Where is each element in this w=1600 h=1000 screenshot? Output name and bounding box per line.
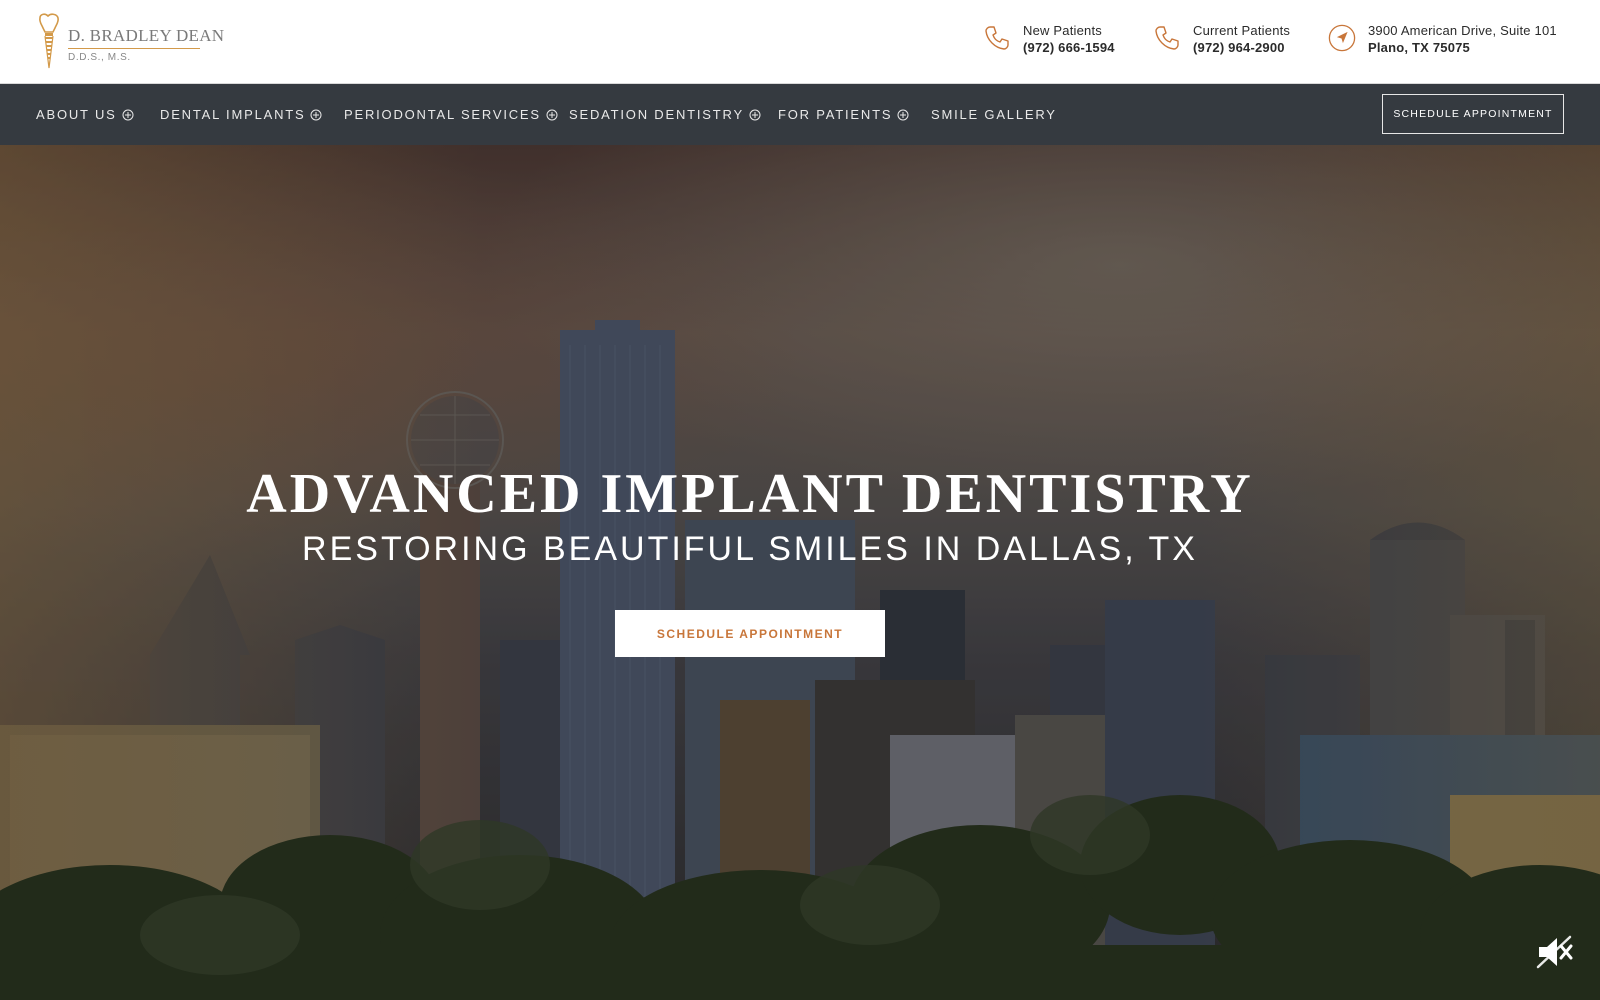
- nav-label: SEDATION DENTISTRY: [569, 107, 744, 122]
- schedule-appointment-hero-button[interactable]: SCHEDULE APPOINTMENT: [615, 610, 885, 657]
- plus-circle-icon: [310, 109, 322, 120]
- plus-circle-icon: [122, 109, 134, 120]
- phone-icon: [985, 26, 1009, 50]
- main-nav: ABOUT US DENTAL IMPLANTS PERIODONTAL SER…: [0, 84, 1600, 145]
- nav-item-dental-implants[interactable]: DENTAL IMPLANTS: [160, 84, 322, 145]
- nav-label: FOR PATIENTS: [778, 107, 893, 122]
- plus-circle-icon: [897, 109, 909, 120]
- hero-section: ADVANCED IMPLANT DENTISTRY RESTORING BEA…: [0, 145, 1600, 1000]
- mute-video-button[interactable]: [1536, 933, 1574, 971]
- address-line2: Plano, TX 75075: [1368, 40, 1470, 55]
- nav-item-for-patients[interactable]: FOR PATIENTS: [778, 84, 909, 145]
- hero-title: ADVANCED IMPLANT DENTISTRY: [246, 463, 1254, 525]
- nav-item-sedation-dentistry[interactable]: SEDATION DENTISTRY: [569, 84, 761, 145]
- hero-subtitle: RESTORING BEAUTIFUL SMILES IN DALLAS, TX: [302, 530, 1198, 568]
- plus-circle-icon: [749, 109, 761, 120]
- brand-name: D. BRADLEY DEAN: [68, 26, 225, 45]
- logo-divider: [68, 48, 200, 49]
- top-header: D. BRADLEY DEAN D.D.S., M.S. New Patient…: [0, 0, 1600, 84]
- nav-label: PERIODONTAL SERVICES: [344, 107, 541, 122]
- nav-label: DENTAL IMPLANTS: [160, 107, 306, 122]
- schedule-appointment-nav-button[interactable]: SCHEDULE APPOINTMENT: [1382, 94, 1564, 134]
- nav-item-about-us[interactable]: ABOUT US: [36, 84, 134, 145]
- new-patients-phone[interactable]: (972) 666-1594: [1023, 39, 1115, 56]
- speaker-muted-icon: [1536, 935, 1573, 969]
- hero-dark-overlay: [0, 145, 1600, 1000]
- address-line1: 3900 American Drive, Suite 101: [1368, 23, 1557, 38]
- new-patients-label: New Patients: [1023, 23, 1102, 38]
- current-patients-label: Current Patients: [1193, 23, 1291, 38]
- site-logo[interactable]: D. BRADLEY DEAN D.D.S., M.S.: [36, 12, 224, 74]
- current-patients-phone[interactable]: (972) 964-2900: [1193, 39, 1290, 56]
- location-arrow-icon: [1328, 24, 1356, 52]
- plus-circle-icon: [546, 109, 558, 120]
- phone-icon: [1155, 26, 1179, 50]
- brand-credentials: D.D.S., M.S.: [68, 52, 131, 63]
- nav-label: SMILE GALLERY: [931, 107, 1057, 122]
- dental-implant-icon: [39, 13, 59, 69]
- nav-label: ABOUT US: [36, 107, 117, 122]
- nav-item-smile-gallery[interactable]: SMILE GALLERY: [931, 84, 1057, 145]
- nav-item-periodontal-services[interactable]: PERIODONTAL SERVICES: [344, 84, 558, 145]
